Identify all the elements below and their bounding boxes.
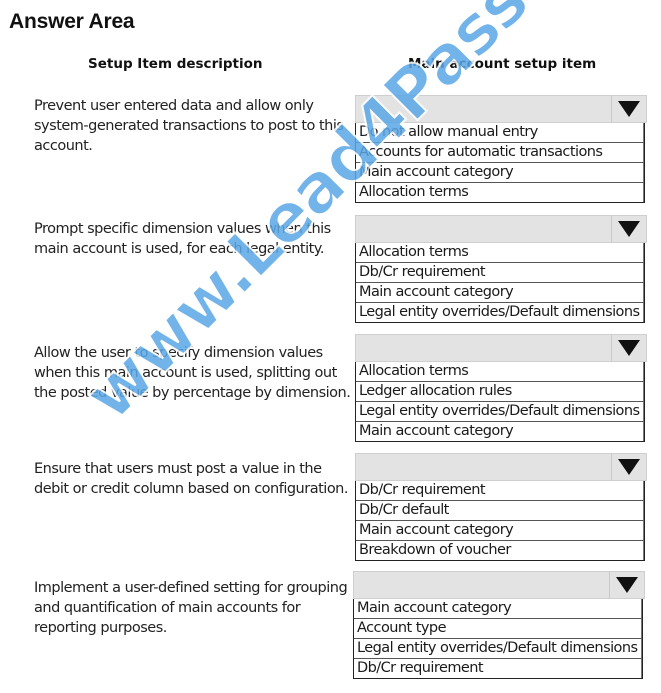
setup-item-dropdown-2[interactable]: Allocation terms Db/Cr requirement Main … bbox=[355, 215, 647, 323]
dropdown-option[interactable]: Main account category bbox=[356, 521, 644, 541]
column-header-description: Setup Item description bbox=[88, 56, 263, 72]
dropdown-button[interactable] bbox=[611, 335, 646, 361]
setup-item-dropdown-1[interactable]: Do not allow manual entry Accounts for a… bbox=[355, 95, 647, 203]
setup-item-dropdown-3[interactable]: Allocation terms Ledger allocation rules… bbox=[355, 334, 647, 442]
dropdown-options: Allocation terms Ledger allocation rules… bbox=[355, 361, 645, 442]
dropdown-option[interactable]: Main account category bbox=[356, 283, 644, 303]
dropdown-option[interactable]: Breakdown of voucher bbox=[356, 541, 644, 560]
dropdown-option[interactable]: Main account category bbox=[354, 599, 642, 619]
column-header-setup-item: Main account setup item bbox=[408, 56, 597, 72]
dropdown-option[interactable]: Allocation terms bbox=[356, 183, 644, 202]
dropdown-options: Db/Cr requirement Db/Cr default Main acc… bbox=[355, 480, 645, 561]
dropdown-selected-value[interactable] bbox=[355, 453, 647, 481]
setup-item-description-2: Prompt specific dimension values when th… bbox=[34, 221, 331, 257]
dropdown-options: Main account category Account type Legal… bbox=[353, 598, 643, 679]
dropdown-option[interactable]: Main account category bbox=[356, 163, 644, 183]
dropdown-button[interactable] bbox=[611, 454, 646, 480]
setup-item-dropdown-4[interactable]: Db/Cr requirement Db/Cr default Main acc… bbox=[355, 453, 647, 561]
dropdown-option[interactable]: Main account category bbox=[356, 422, 644, 441]
dropdown-option[interactable]: Account type bbox=[354, 619, 642, 639]
dropdown-option[interactable]: Db/Cr default bbox=[356, 501, 644, 521]
dropdown-option[interactable]: Db/Cr requirement bbox=[356, 263, 644, 283]
dropdown-selected-value[interactable] bbox=[355, 215, 647, 243]
setup-item-description-5: Implement a user-defined setting for gro… bbox=[34, 580, 348, 636]
setup-item-description-3: Allow the user to specify dimension valu… bbox=[34, 345, 351, 401]
dropdown-selected-value[interactable] bbox=[355, 334, 647, 362]
dropdown-option[interactable]: Legal entity overrides/Default dimension… bbox=[356, 402, 644, 422]
triangle-down-icon bbox=[618, 101, 640, 117]
dropdown-option[interactable]: Db/Cr requirement bbox=[354, 659, 642, 678]
dropdown-option[interactable]: Do not allow manual entry bbox=[356, 123, 644, 143]
dropdown-button[interactable] bbox=[611, 96, 646, 122]
answer-area-title: Answer Area bbox=[9, 10, 135, 33]
dropdown-option[interactable]: Accounts for automatic transactions bbox=[356, 143, 644, 163]
dropdown-options: Allocation terms Db/Cr requirement Main … bbox=[355, 242, 645, 323]
dropdown-button[interactable] bbox=[609, 572, 644, 598]
triangle-down-icon bbox=[616, 577, 638, 593]
dropdown-option[interactable]: Legal entity overrides/Default dimension… bbox=[354, 639, 642, 659]
triangle-down-icon bbox=[618, 340, 640, 356]
setup-item-description-4: Ensure that users must post a value in t… bbox=[34, 461, 348, 497]
dropdown-option[interactable]: Allocation terms bbox=[356, 362, 644, 382]
triangle-down-icon bbox=[618, 221, 640, 237]
dropdown-options: Do not allow manual entry Accounts for a… bbox=[355, 122, 645, 203]
setup-item-dropdown-5[interactable]: Main account category Account type Legal… bbox=[353, 571, 645, 679]
dropdown-option[interactable]: Legal entity overrides/Default dimension… bbox=[356, 303, 644, 322]
dropdown-selected-value[interactable] bbox=[353, 571, 645, 599]
dropdown-option[interactable]: Allocation terms bbox=[356, 243, 644, 263]
dropdown-option[interactable]: Ledger allocation rules bbox=[356, 382, 644, 402]
setup-item-description-1: Prevent user entered data and allow only… bbox=[34, 98, 344, 154]
dropdown-option[interactable]: Db/Cr requirement bbox=[356, 481, 644, 501]
dropdown-selected-value[interactable] bbox=[355, 95, 647, 123]
triangle-down-icon bbox=[618, 459, 640, 475]
dropdown-button[interactable] bbox=[611, 216, 646, 242]
